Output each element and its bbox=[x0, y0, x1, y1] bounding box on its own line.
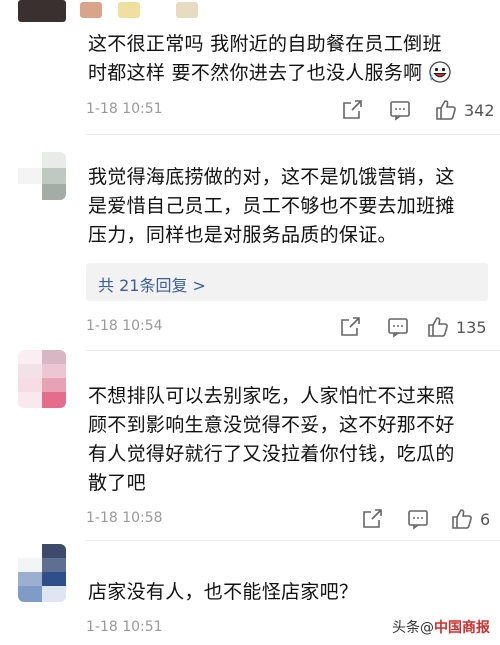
comment-text: 我觉得海底捞做的对，这不是饥饿营销，这 是爱惜自己员工，员工不够也不要去加班摊 … bbox=[88, 163, 488, 250]
watermark-name: 中国商报 bbox=[434, 620, 490, 636]
comment-line: 店家没有人，也不能怪店家吧？ bbox=[88, 581, 359, 603]
thumbs-up-icon[interactable] bbox=[426, 315, 450, 339]
share-icon[interactable] bbox=[340, 98, 364, 122]
comment-meta: 1-18 10:54 135 bbox=[86, 313, 494, 343]
avatar[interactable] bbox=[18, 350, 66, 408]
timestamp: 1-18 10:58 bbox=[86, 510, 163, 526]
comment-text: 这不很正常吗 我附近的自助餐在员工倒班 时都这样 要不然你进去了也没人服务啊 bbox=[88, 30, 488, 88]
comment-line: 时都这样 要不然你进去了也没人服务啊 bbox=[88, 59, 488, 88]
comment-text: 不想排队可以去别家吃，人家怕忙不过来照 顾不到影响生意没觉得不妥，这不好那不好 … bbox=[88, 382, 488, 498]
divider bbox=[86, 350, 500, 351]
like-count: 135 bbox=[456, 318, 487, 337]
comment-icon[interactable] bbox=[388, 98, 412, 122]
comment-line: 我觉得海底捞做的对，这不是饥饿营销，这 bbox=[88, 166, 455, 188]
avatar[interactable] bbox=[18, 152, 66, 200]
watermark: 头条@中国商报 bbox=[392, 617, 490, 637]
timestamp: 1-18 10:54 bbox=[86, 318, 163, 334]
comment-icon[interactable] bbox=[406, 507, 430, 531]
share-icon[interactable] bbox=[338, 315, 362, 339]
thumbs-up-icon[interactable] bbox=[450, 507, 474, 531]
comment-meta: 1-18 10:51 342 bbox=[86, 96, 495, 126]
comment-line: 不想排队可以去别家吃，人家怕忙不过来照 bbox=[88, 385, 455, 407]
divider bbox=[86, 134, 500, 135]
timestamp: 1-18 10:51 bbox=[86, 619, 163, 635]
comment-line: 压力，同样也是对服务品质的保证。 bbox=[88, 224, 397, 246]
comment-meta: 1-18 10:58 6 bbox=[86, 505, 494, 535]
grinning-emoji-icon bbox=[429, 61, 451, 83]
timestamp: 1-18 10:51 bbox=[86, 101, 163, 117]
mosaic-fragment bbox=[80, 2, 102, 18]
comment-icon[interactable] bbox=[386, 315, 410, 339]
divider bbox=[86, 540, 500, 541]
watermark-prefix: 头条 bbox=[392, 620, 420, 636]
replies-label: 共 21条回复 > bbox=[98, 276, 206, 295]
watermark-at: @ bbox=[420, 620, 434, 636]
mosaic-fragment bbox=[118, 2, 140, 18]
like-count: 342 bbox=[464, 101, 495, 120]
thumbs-up-icon[interactable] bbox=[434, 98, 458, 122]
like-count: 6 bbox=[480, 510, 491, 529]
avatar-fragment bbox=[18, 0, 66, 22]
avatar[interactable] bbox=[18, 544, 66, 602]
comment-line: 有人觉得好就行了又没拉着你付钱，吃瓜的 bbox=[88, 443, 455, 465]
comment-text: 店家没有人，也不能怪店家吧？ bbox=[88, 578, 488, 607]
comment-line: 顾不到影响生意没觉得不妥，这不好那不好 bbox=[88, 414, 455, 436]
replies-link[interactable]: 共 21条回复 > bbox=[86, 263, 488, 301]
mosaic-fragment bbox=[176, 2, 198, 18]
comment-line: 这不很正常吗 我附近的自助餐在员工倒班 bbox=[88, 33, 442, 55]
comment-line: 是爱惜自己员工，员工不够也不要去加班摊 bbox=[88, 195, 455, 217]
share-icon[interactable] bbox=[360, 507, 384, 531]
comment-line: 散了吧 bbox=[88, 472, 146, 494]
